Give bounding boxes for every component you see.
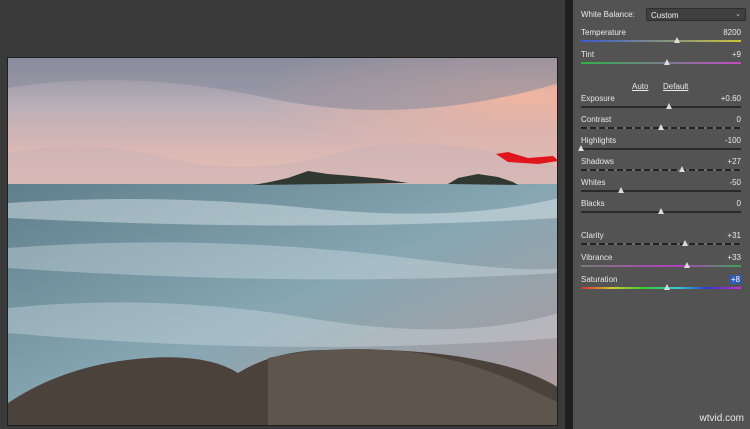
highlights-slider-thumb[interactable] — [578, 145, 584, 151]
white-balance-row: White Balance: Custom ⌄ — [581, 8, 746, 21]
clarity-slider-track[interactable] — [581, 243, 741, 245]
exposure-slider-row: Exposure +0.60 — [581, 94, 741, 114]
whites-slider-row: Whites -50 — [581, 178, 741, 198]
whites-slider-track[interactable] — [581, 190, 741, 192]
exposure-label: Exposure — [581, 94, 615, 103]
temperature-label: Temperature — [581, 28, 626, 37]
blacks-slider-thumb[interactable] — [658, 208, 664, 214]
temperature-slider-thumb[interactable] — [674, 37, 680, 43]
white-balance-value: Custom — [651, 11, 679, 20]
contrast-value[interactable]: 0 — [737, 115, 741, 124]
basic-adjustments-panel: White Balance: Custom ⌄ Temperature 8200 T… — [573, 0, 750, 429]
vibrance-label: Vibrance — [581, 253, 613, 262]
photo-preview — [7, 57, 558, 426]
shadows-slider-track[interactable] — [581, 169, 741, 171]
whites-label: Whites — [581, 178, 606, 187]
tint-value[interactable]: +9 — [732, 50, 741, 59]
saturation-value[interactable]: +8 — [729, 275, 741, 284]
blacks-value[interactable]: 0 — [737, 199, 741, 208]
tint-label: Tint — [581, 50, 595, 59]
white-balance-label: White Balance: — [581, 10, 635, 19]
shadows-value[interactable]: +27 — [727, 157, 741, 166]
shadows-slider-thumb[interactable] — [678, 166, 685, 172]
saturation-label: Saturation — [581, 275, 618, 284]
whites-value[interactable]: -50 — [729, 178, 741, 187]
contrast-label: Contrast — [581, 115, 612, 124]
saturation-slider-track[interactable] — [581, 287, 741, 289]
auto-link[interactable]: Auto — [632, 82, 648, 91]
clarity-value[interactable]: +31 — [727, 231, 741, 240]
clarity-slider-row: Clarity +31 — [581, 231, 741, 251]
image-preview-area — [0, 0, 565, 429]
default-link[interactable]: Default — [663, 82, 688, 91]
tint-slider-thumb[interactable] — [664, 59, 671, 65]
vibrance-value[interactable]: +33 — [727, 253, 741, 262]
saturation-slider-row: Saturation +8 — [581, 275, 741, 295]
white-balance-select[interactable]: Custom ⌄ — [646, 8, 746, 21]
clarity-slider-thumb[interactable] — [682, 240, 688, 246]
exposure-value[interactable]: +0.60 — [721, 94, 741, 103]
temperature-slider-track[interactable] — [581, 40, 741, 42]
chevron-updown-icon: ⌄ — [735, 11, 741, 18]
temperature-slider-row: Temperature 8200 — [581, 28, 741, 48]
exposure-slider-track[interactable] — [581, 106, 741, 108]
clarity-label: Clarity — [581, 231, 604, 240]
shadows-label: Shadows — [581, 157, 614, 166]
contrast-slider-row: Contrast 0 — [581, 115, 741, 135]
highlights-slider-track[interactable] — [581, 148, 741, 150]
tint-slider-row: Tint +9 — [581, 50, 741, 70]
vibrance-slider-row: Vibrance +33 — [581, 253, 741, 273]
seascape-photo — [8, 58, 557, 425]
shadows-slider-row: Shadows +27 — [581, 157, 741, 177]
highlights-slider-row: Highlights -100 — [578, 136, 741, 156]
panel-divider — [565, 0, 573, 429]
blacks-slider-row: Blacks 0 — [581, 199, 741, 219]
highlights-value[interactable]: -100 — [725, 136, 741, 145]
exposure-slider-thumb[interactable] — [666, 103, 672, 109]
blacks-label: Blacks — [581, 199, 605, 208]
contrast-slider-thumb[interactable] — [658, 124, 664, 130]
watermark: wtvid.com — [699, 413, 744, 424]
saturation-slider-thumb[interactable] — [664, 284, 671, 290]
temperature-value[interactable]: 8200 — [723, 28, 741, 37]
tint-slider-track[interactable] — [581, 62, 741, 64]
whites-slider-thumb[interactable] — [618, 187, 624, 193]
vibrance-slider-thumb[interactable] — [683, 262, 690, 268]
vibrance-slider-track[interactable] — [581, 265, 741, 267]
tone-links-row: Auto Default — [581, 82, 741, 92]
highlights-label: Highlights — [581, 136, 617, 145]
